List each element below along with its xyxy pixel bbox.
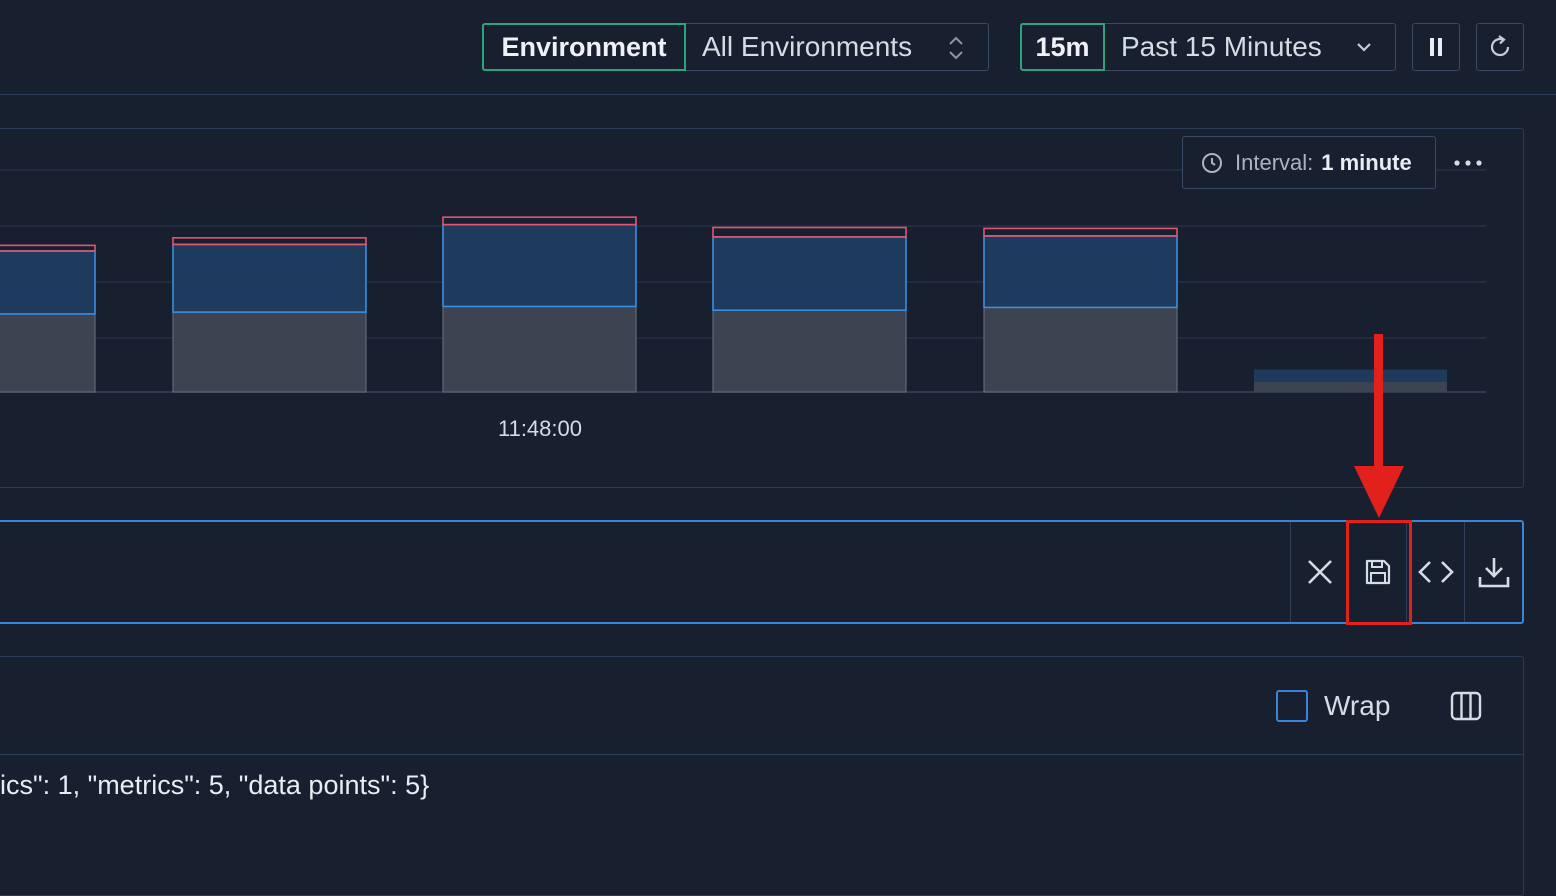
close-icon [1308,560,1332,584]
bar-3-series-2 [712,226,907,238]
environment-value: All Environments [702,31,913,62]
wrap-checkbox[interactable] [1276,690,1308,722]
environment-selector[interactable]: Environment All Environments [482,23,989,71]
arrow-down-icon [1354,334,1404,518]
time-range-selector[interactable]: 15m Past 15 Minutes [1020,23,1396,71]
bar-3-series-0 [712,309,907,393]
columns-icon[interactable] [1450,691,1482,721]
interval-label: Interval: [1235,149,1314,175]
environment-dropdown[interactable]: All Environments [686,24,988,70]
bar-0-series-0 [0,313,96,393]
bar-3-series-1 [712,236,907,312]
download-icon [1478,558,1510,588]
bar-1-series-2 [172,237,367,246]
bar-1-series-1 [172,243,367,313]
time-range-dropdown[interactable]: Past 15 Minutes [1105,24,1395,70]
refresh-button[interactable] [1476,23,1524,71]
result-output-line: ics": 1, "metrics": 5, "data points": 5} [0,770,430,800]
interval-value: 1 minute [1321,149,1412,175]
top-toolbar: Environment All Environments 15m Past 15… [0,0,1556,95]
x-axis-tick-label: 11:48:00 [497,416,582,441]
more-horizontal-icon[interactable] [1452,150,1484,176]
interval-selector[interactable]: Interval: 1 minute [1182,136,1436,189]
time-range-value: Past 15 Minutes [1121,31,1322,62]
pause-button[interactable] [1412,23,1460,71]
bar-4-series-1 [983,235,1178,309]
bar-1-series-0 [172,311,367,393]
save-button-highlight [1346,520,1412,625]
environment-label: Environment [482,23,686,71]
bar-5-series-1 [1254,369,1447,382]
bar-2-series-1 [442,223,637,308]
wrap-label: Wrap [1324,690,1391,721]
bar-0-series-2 [0,244,96,252]
bar-4-series-0 [983,306,1178,393]
bar-2-series-0 [442,305,637,393]
divider [0,754,1523,755]
bar-2-series-2 [442,216,637,226]
divider [1290,522,1291,622]
bar-0-series-1 [0,250,96,315]
time-range-short: 15m [1020,23,1105,71]
pause-icon [1430,38,1442,56]
download-button[interactable] [1466,522,1522,622]
clock-icon [1202,152,1222,173]
chevron-down-icon [1357,43,1371,52]
bar-5-series-0 [1254,381,1447,392]
updown-chevron-icon [949,36,963,60]
divider [1464,522,1465,622]
close-button[interactable] [1292,522,1348,622]
refresh-icon [1490,35,1510,57]
code-button[interactable] [1408,522,1464,622]
code-icon [1418,561,1454,583]
bar-4-series-2 [983,227,1178,237]
